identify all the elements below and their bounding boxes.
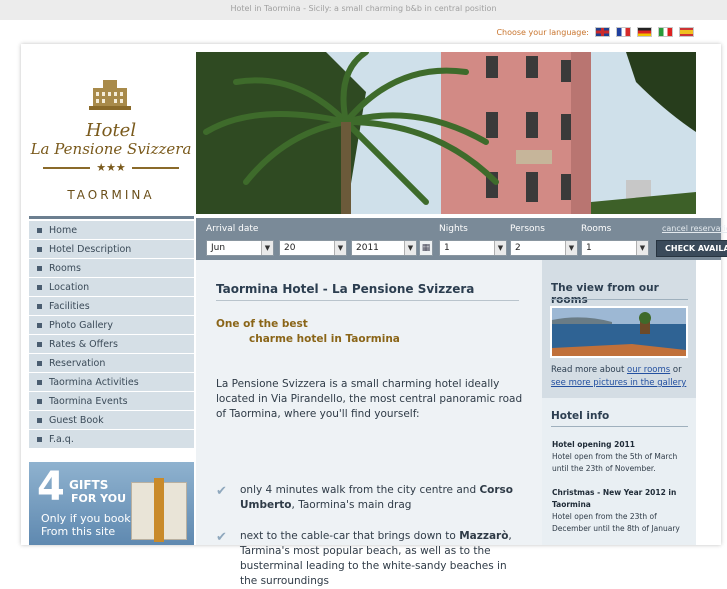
gifts-line1: Only if you book — [41, 512, 131, 525]
feature-bullet-cable-car: ✔ next to the cable-car that brings down … — [216, 530, 512, 587]
page-frame: Hotel La Pensione Svizzera ★★★ TAORMINA — [21, 44, 727, 587]
chevron-down-icon: ▼ — [636, 241, 648, 255]
news-christmas: Christmas - New Year 2012 in Taormina Hot… — [552, 488, 680, 533]
view-heading: The view from our rooms — [551, 282, 659, 306]
gifts-line2: From this site — [41, 525, 116, 538]
booking-bar: Arrival date Nights Persons Rooms cancel… — [196, 218, 727, 260]
hero-hotel-photo — [196, 52, 696, 214]
logo-hotel-name: La Pensione Svizzera — [30, 140, 192, 158]
nav-item-taormina-activities[interactable]: Taormina Activities — [29, 373, 194, 391]
nav-item-reservation[interactable]: Reservation — [29, 354, 194, 372]
english-flag-icon[interactable] — [595, 27, 610, 37]
gallery-link[interactable]: see more pictures in the gallery — [551, 378, 686, 388]
sidebar-nav: Home Hotel Description Rooms Location Fa… — [29, 216, 194, 449]
nav-item-facilities[interactable]: Facilities — [29, 297, 194, 315]
view-thumbnail[interactable] — [550, 306, 688, 358]
nav-item-photo-gallery[interactable]: Photo Gallery — [29, 316, 194, 334]
site-tagline: Hotel in Taormina - Sicily: a small char… — [230, 4, 497, 13]
nav-item-home[interactable]: Home — [29, 221, 194, 239]
logo-hotel-word: Hotel — [85, 120, 137, 141]
gifts-number: 4 — [37, 464, 65, 510]
check-availability-button[interactable]: CHECK AVAILABILITY — [656, 240, 727, 257]
more-links: Read more about our rooms or see more pi… — [551, 365, 687, 388]
subtitle-line1: One of the best — [216, 318, 308, 330]
nights-label: Nights — [439, 224, 468, 234]
star-rating: ★★★ — [96, 161, 126, 174]
top-bar: Hotel in Taormina - Sicily: a small char… — [0, 0, 727, 20]
arrival-month-select[interactable]: Jun ▼ — [206, 240, 274, 256]
arrival-year-select[interactable]: 2011 ▼ — [351, 240, 417, 256]
right-sidebar: The view from our rooms Read more about … — [542, 260, 696, 545]
language-label: Choose your language: — [496, 27, 589, 37]
logo-city: TAORMINA — [67, 188, 155, 202]
gifts-word: GIFTS — [69, 478, 109, 492]
sea-view-photo — [552, 308, 686, 356]
nav-item-taormina-events[interactable]: Taormina Events — [29, 392, 194, 410]
language-selector: Choose your language: — [496, 26, 694, 38]
calendar-icon[interactable]: ▦ — [419, 240, 433, 256]
nav-item-hotel-description[interactable]: Hotel Description — [29, 240, 194, 258]
logo-stars: ★★★ — [43, 161, 179, 174]
italian-flag-icon[interactable] — [658, 27, 673, 37]
german-flag-icon[interactable] — [637, 27, 652, 37]
cancel-reservation-link[interactable]: cancel reservation — [662, 224, 727, 233]
nav-item-rates-offers[interactable]: Rates & Offers — [29, 335, 194, 353]
hotel-building-icon — [89, 80, 131, 110]
chevron-down-icon: ▼ — [494, 241, 506, 255]
arrival-day-select[interactable]: 20 ▼ — [279, 240, 347, 256]
gift-ribbon-icon — [154, 478, 164, 542]
hotel-logo[interactable]: Hotel La Pensione Svizzera ★★★ TAORMINA — [29, 52, 193, 212]
gifts-banner[interactable]: 4 GIFTS FOR YOU Only if you book From th… — [29, 462, 194, 545]
chevron-down-icon: ▼ — [334, 241, 346, 255]
rooms-select[interactable]: 1 ▼ — [581, 240, 649, 256]
chevron-down-icon: ▼ — [565, 241, 577, 255]
persons-select[interactable]: 2 ▼ — [510, 240, 578, 256]
page-title: Taormina Hotel - La Pensione Svizzera — [216, 282, 475, 296]
spanish-flag-icon[interactable] — [679, 27, 694, 37]
checkmark-icon: ✔ — [216, 484, 227, 499]
hotel-info-section: Hotel info Hotel opening 2011 Hotel open … — [542, 398, 696, 545]
nav-item-location[interactable]: Location — [29, 278, 194, 296]
hero-photo — [196, 52, 696, 214]
persons-label: Persons — [510, 224, 545, 234]
our-rooms-link[interactable]: our rooms — [627, 365, 670, 375]
news-opening: Hotel opening 2011 Hotel open from the 5t… — [552, 440, 678, 473]
main-content: Taormina Hotel - La Pensione Svizzera On… — [196, 260, 542, 587]
nights-select[interactable]: 1 ▼ — [439, 240, 507, 256]
subtitle-line2: charme hotel in Taormina — [249, 333, 400, 345]
rooms-label: Rooms — [581, 224, 612, 234]
nav-item-faq[interactable]: F.a.q. — [29, 430, 194, 448]
gifts-for-you: FOR YOU — [71, 492, 127, 505]
french-flag-icon[interactable] — [616, 27, 631, 37]
nav-item-guest-book[interactable]: Guest Book — [29, 411, 194, 429]
arrival-date-label: Arrival date — [206, 224, 259, 234]
chevron-down-icon: ▼ — [261, 241, 273, 255]
hotel-info-heading: Hotel info — [551, 410, 610, 422]
checkmark-icon: ✔ — [216, 530, 227, 545]
feature-bullet-city-centre: ✔ only 4 minutes walk from the city centr… — [216, 484, 514, 511]
intro-paragraph: La Pensione Svizzera is a small charming… — [216, 378, 523, 420]
chevron-down-icon: ▼ — [404, 241, 416, 255]
nav-item-rooms[interactable]: Rooms — [29, 259, 194, 277]
